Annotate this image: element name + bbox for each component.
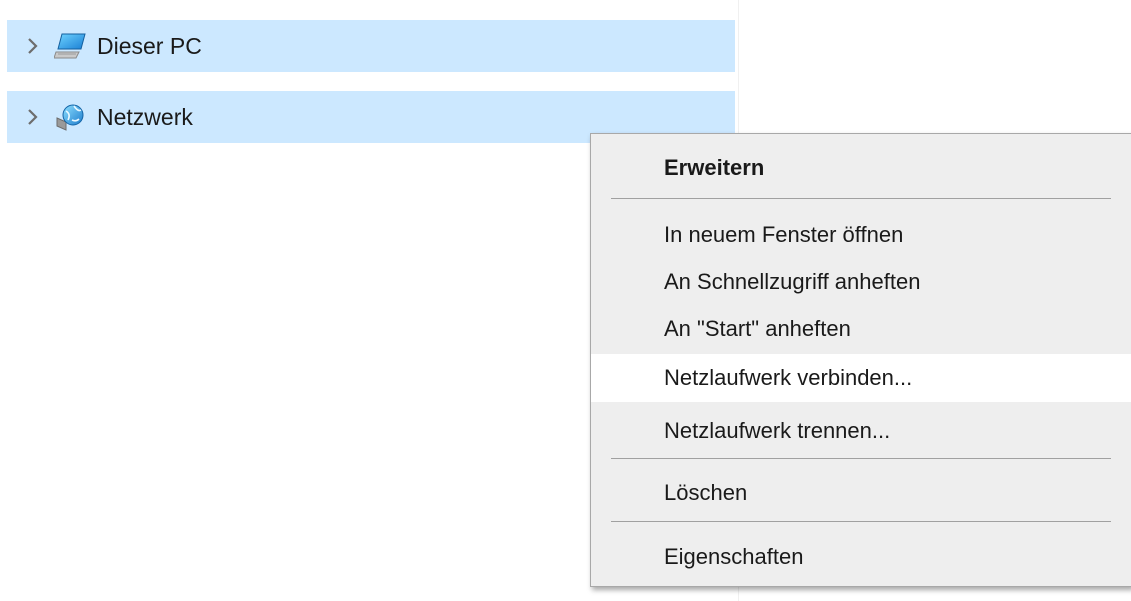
tree-item-dieser-pc[interactable]: Dieser PC xyxy=(7,20,735,72)
menu-item-an-schnellzugriff-anheften[interactable]: An Schnellzugriff anheften xyxy=(591,258,1131,306)
network-icon xyxy=(53,101,89,133)
menu-item-an-start-anheften[interactable]: An "Start" anheften xyxy=(591,305,1131,353)
menu-separator xyxy=(611,198,1111,199)
context-menu: Erweitern In neuem Fenster öffnen An Sch… xyxy=(590,133,1131,587)
menu-item-eigenschaften[interactable]: Eigenschaften xyxy=(591,533,1131,581)
menu-item-netzlaufwerk-verbinden[interactable]: Netzlaufwerk verbinden... xyxy=(591,354,1131,402)
tree-item-label: Netzwerk xyxy=(97,103,193,130)
menu-item-loeschen[interactable]: Löschen xyxy=(591,469,1131,517)
menu-item-erweitern[interactable]: Erweitern xyxy=(591,144,1131,192)
chevron-right-icon[interactable] xyxy=(13,37,53,55)
menu-separator xyxy=(611,521,1111,522)
menu-item-in-neuem-fenster-oeffnen[interactable]: In neuem Fenster öffnen xyxy=(591,211,1131,259)
menu-separator xyxy=(611,458,1111,459)
chevron-right-icon[interactable] xyxy=(13,108,53,126)
computer-icon xyxy=(53,30,89,62)
menu-item-netzlaufwerk-trennen[interactable]: Netzlaufwerk trennen... xyxy=(591,407,1131,455)
tree-item-label: Dieser PC xyxy=(97,32,202,59)
